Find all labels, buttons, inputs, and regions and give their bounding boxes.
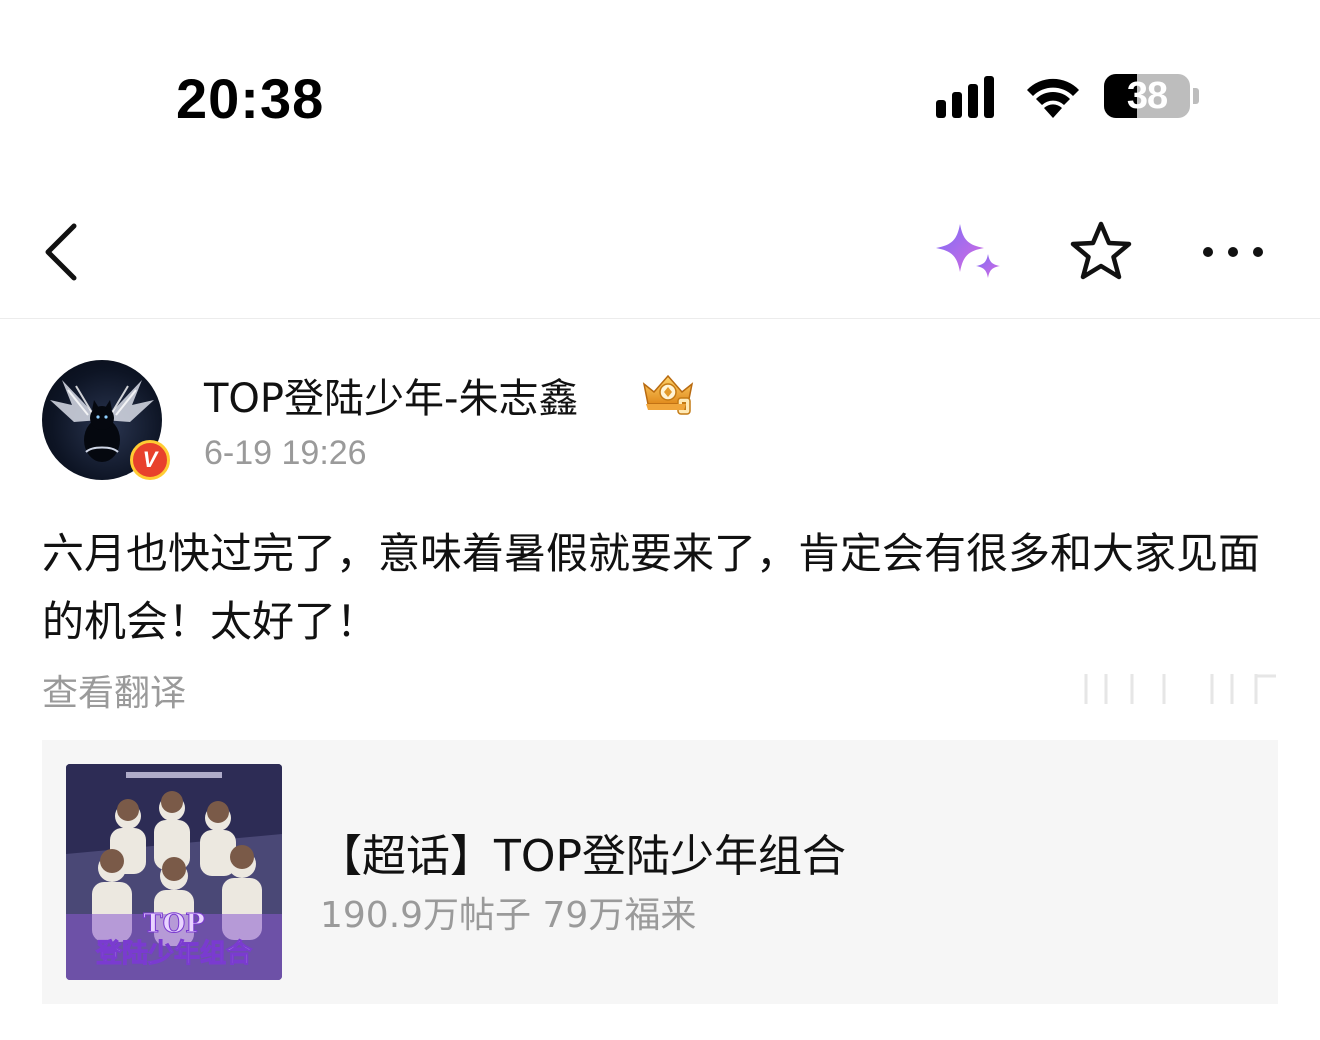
topic-cover-image: TOP 登陆少年组合	[66, 764, 282, 980]
author-name[interactable]: TOP登陆少年-朱志鑫	[204, 366, 578, 424]
sparkle-icon	[936, 224, 984, 272]
post-body-text: 六月也快过完了，意味着暑假就要来了，肯定会有很多和大家见面的机会！太好了！	[42, 529, 1261, 646]
post-timestamp: 6-19 19:26	[204, 434, 367, 472]
verified-badge: V	[130, 440, 170, 480]
decorative-fade	[1084, 674, 1276, 704]
wifi-icon	[1027, 78, 1079, 118]
star-outline-icon	[1070, 221, 1132, 280]
battery-cap	[1193, 88, 1199, 104]
back-button[interactable]	[40, 220, 84, 284]
svg-text:登陆少年组合: 登陆少年组合	[95, 938, 253, 969]
cellular-signal-icon	[936, 76, 994, 118]
battery-icon: 38	[1104, 74, 1190, 118]
topic-stats: 190.9万帖子 79万福来	[320, 895, 697, 936]
crown-badge-icon	[642, 374, 694, 415]
favorite-button[interactable]	[1068, 220, 1134, 284]
nav-bar	[0, 190, 1320, 319]
view-translation-link[interactable]: 查看翻译	[42, 664, 186, 716]
svg-text:TOP: TOP	[143, 909, 205, 939]
status-bar: 20:38 38	[0, 0, 1320, 190]
battery-level: 38	[1126, 75, 1168, 117]
supertopic-card[interactable]: TOP 登陆少年组合 【超话】TOP登陆少年组合 190.9万帖子 79万福来	[42, 740, 1278, 1004]
ai-sparkle-button[interactable]	[930, 220, 1008, 284]
topic-title: 【超话】TOP登陆少年组合	[318, 831, 847, 882]
status-time: 20:38	[176, 67, 325, 130]
more-dots-icon	[1203, 247, 1263, 257]
chevron-left-icon	[45, 223, 77, 281]
topic-cover-art: TOP 登陆少年组合	[66, 764, 282, 980]
more-button[interactable]	[1198, 220, 1268, 284]
author-avatar-button[interactable]: V	[42, 360, 172, 484]
